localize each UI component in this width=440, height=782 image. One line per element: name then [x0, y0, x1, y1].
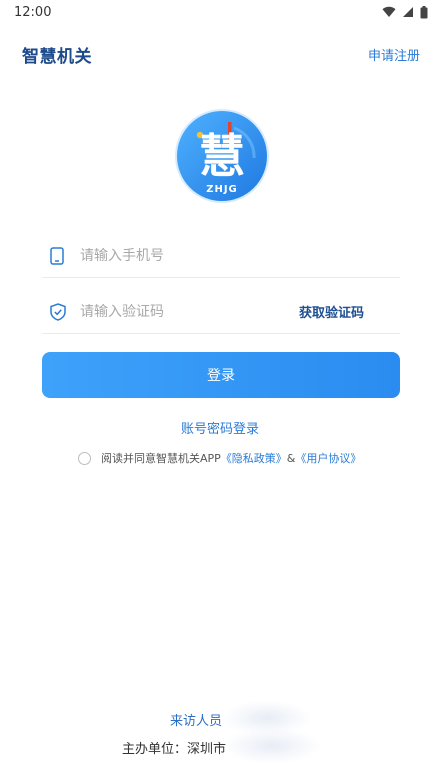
login-button[interactable]: 登录: [42, 352, 400, 398]
get-code-button[interactable]: 获取验证码: [299, 302, 400, 321]
app-title: 智慧机关: [22, 46, 92, 67]
agreement-text: 阅读并同意智慧机关APP: [101, 452, 221, 465]
phone-input[interactable]: [74, 247, 400, 264]
app-logo: 慧 ZHJG: [175, 109, 269, 203]
wifi-icon: [382, 6, 396, 18]
visitor-link[interactable]: 来访人员: [170, 710, 222, 729]
blur-overlay: [222, 728, 322, 764]
user-agreement-link[interactable]: 《用户协议》: [295, 450, 361, 466]
login-screen: 12:00 智慧机关 申请注册 慧 ZHJG 请输入手机号 请输入验证码 获取验…: [0, 0, 440, 782]
logo-caption: ZHJG: [206, 184, 238, 195]
battery-icon: [420, 5, 428, 18]
logo-character: 慧: [199, 129, 245, 183]
status-icons: [382, 5, 428, 19]
status-time: 12:00: [14, 4, 52, 20]
privacy-policy-link[interactable]: 《隐私政策》: [221, 450, 287, 466]
agreement-row: 阅读并同意智慧机关APP 《隐私政策》 & 《用户协议》: [78, 448, 361, 468]
code-row: 获取验证码: [42, 290, 400, 334]
organizer-text: 主办单位：深圳市: [122, 742, 227, 757]
agreement-checkbox[interactable]: [78, 451, 91, 465]
verification-code-input[interactable]: [74, 303, 299, 320]
agreement-and: &: [286, 451, 296, 465]
header: 智慧机关 申请注册: [0, 36, 440, 72]
status-bar: 12:00: [0, 0, 440, 24]
phone-row: [42, 234, 400, 278]
shield-icon: [42, 302, 74, 321]
phone-icon: [42, 246, 74, 265]
password-login-link[interactable]: 账号密码登录: [0, 418, 440, 437]
signal-icon: [403, 7, 413, 17]
apply-register-link[interactable]: 申请注册: [368, 45, 420, 64]
